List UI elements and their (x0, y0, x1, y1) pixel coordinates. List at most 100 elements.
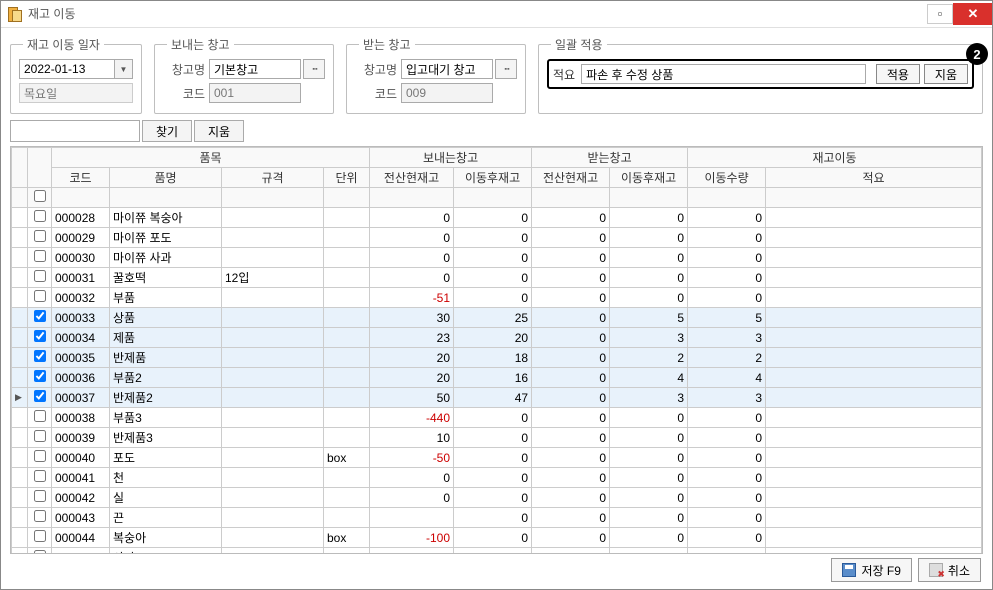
cell-note[interactable] (766, 448, 982, 468)
cell-s-aft[interactable]: 0 (454, 288, 532, 308)
col-r-cur[interactable]: 전산현재고 (532, 168, 610, 188)
cell-name[interactable]: 반제품 (110, 348, 222, 368)
select-all-checkbox[interactable] (34, 190, 46, 202)
cell-r-aft[interactable]: 4 (610, 368, 688, 388)
cell-code[interactable]: 000044 (52, 528, 110, 548)
row-checkbox[interactable] (34, 510, 46, 522)
cell-qty[interactable]: 2 (688, 348, 766, 368)
cell-r-aft[interactable]: 0 (610, 528, 688, 548)
col-name[interactable]: 품명 (110, 168, 222, 188)
table-row[interactable]: ▶000037반제품25047033 (12, 388, 982, 408)
cell-note[interactable] (766, 408, 982, 428)
row-checkbox[interactable] (34, 430, 46, 442)
cell-s-cur[interactable]: 0 (370, 228, 454, 248)
cell-code[interactable]: 000035 (52, 348, 110, 368)
cell-qty[interactable]: 0 (688, 228, 766, 248)
cell-s-aft[interactable]: 0 (454, 448, 532, 468)
table-row[interactable]: 000030마이쮸 사과00000 (12, 248, 982, 268)
cell-qty[interactable]: 3 (688, 388, 766, 408)
save-button[interactable]: 저장 F9 (831, 558, 911, 582)
cell-s-cur[interactable]: -440 (370, 408, 454, 428)
cell-s-cur[interactable]: 0 (370, 488, 454, 508)
recv-wh-lookup-button[interactable]: ··· (495, 59, 517, 79)
cell-r-cur[interactable]: 0 (532, 428, 610, 448)
col-s-cur[interactable]: 전산현재고 (370, 168, 454, 188)
cell-r-aft[interactable]: 5 (610, 308, 688, 328)
row-checkbox[interactable] (34, 310, 46, 322)
col-qty[interactable]: 이동수량 (688, 168, 766, 188)
cell-s-aft[interactable]: 0 (454, 468, 532, 488)
cell-s-cur[interactable] (370, 508, 454, 528)
table-row[interactable]: 000040포도box-500000 (12, 448, 982, 468)
cell-name[interactable]: 사과 (110, 548, 222, 555)
cell-note[interactable] (766, 268, 982, 288)
cell-r-aft[interactable]: 3 (610, 388, 688, 408)
cell-code[interactable]: 000033 (52, 308, 110, 328)
cell-s-cur[interactable]: 23 (370, 328, 454, 348)
cell-spec[interactable] (222, 368, 324, 388)
cell-qty[interactable]: 0 (688, 428, 766, 448)
cell-s-cur[interactable]: -100 (370, 528, 454, 548)
cell-note[interactable] (766, 528, 982, 548)
cell-r-cur[interactable]: 0 (532, 228, 610, 248)
cell-unit[interactable] (324, 308, 370, 328)
cell-unit[interactable] (324, 328, 370, 348)
cell-r-aft[interactable]: 3 (610, 328, 688, 348)
col-unit[interactable]: 단위 (324, 168, 370, 188)
cell-name[interactable]: 마이쮸 포도 (110, 228, 222, 248)
cell-qty[interactable]: 0 (688, 508, 766, 528)
cell-spec[interactable] (222, 348, 324, 368)
cell-r-aft[interactable]: 0 (610, 268, 688, 288)
row-checkbox[interactable] (34, 250, 46, 262)
row-checkbox[interactable] (34, 330, 46, 342)
cell-r-cur[interactable]: 0 (532, 388, 610, 408)
cell-unit[interactable] (324, 388, 370, 408)
cell-s-cur[interactable]: -50 (370, 448, 454, 468)
cell-s-aft[interactable]: 25 (454, 308, 532, 328)
cell-s-cur[interactable]: -51 (370, 288, 454, 308)
cell-r-cur[interactable]: 0 (532, 528, 610, 548)
cell-s-aft[interactable]: 0 (454, 408, 532, 428)
cell-r-aft[interactable]: 0 (610, 208, 688, 228)
cell-r-cur[interactable]: 0 (532, 288, 610, 308)
cell-s-cur[interactable]: 20 (370, 368, 454, 388)
row-checkbox[interactable] (34, 290, 46, 302)
cell-qty[interactable]: 0 (688, 408, 766, 428)
row-checkbox[interactable] (34, 370, 46, 382)
row-checkbox[interactable] (34, 450, 46, 462)
cell-spec[interactable] (222, 508, 324, 528)
cell-r-cur[interactable]: 0 (532, 208, 610, 228)
table-row[interactable]: 000029마이쮸 포도00000 (12, 228, 982, 248)
cell-r-aft[interactable]: 0 (610, 468, 688, 488)
cell-spec[interactable] (222, 248, 324, 268)
cell-name[interactable]: 천 (110, 468, 222, 488)
cell-unit[interactable] (324, 508, 370, 528)
bulk-clear-button[interactable]: 지움 (924, 64, 968, 84)
cell-spec[interactable] (222, 528, 324, 548)
cell-r-cur[interactable]: 0 (532, 548, 610, 555)
cell-note[interactable] (766, 308, 982, 328)
cell-s-cur[interactable]: 50 (370, 388, 454, 408)
cell-qty[interactable]: 0 (688, 448, 766, 468)
cell-qty[interactable]: 0 (688, 468, 766, 488)
cell-code[interactable]: 000036 (52, 368, 110, 388)
cell-r-cur[interactable]: 0 (532, 448, 610, 468)
table-row[interactable]: 000028마이쮸 복숭아00000 (12, 208, 982, 228)
cell-note[interactable] (766, 368, 982, 388)
cell-s-cur[interactable]: 10 (370, 428, 454, 448)
cell-spec[interactable] (222, 308, 324, 328)
cell-r-aft[interactable]: 0 (610, 288, 688, 308)
cell-r-aft[interactable]: 2 (610, 348, 688, 368)
table-row[interactable]: 000036부품22016044 (12, 368, 982, 388)
row-checkbox[interactable] (34, 230, 46, 242)
cell-spec[interactable] (222, 468, 324, 488)
table-row[interactable]: 000033상품3025055 (12, 308, 982, 328)
row-checkbox[interactable] (34, 270, 46, 282)
cell-name[interactable]: 끈 (110, 508, 222, 528)
cell-qty[interactable]: 0 (688, 528, 766, 548)
cell-qty[interactable]: 0 (688, 268, 766, 288)
cell-s-aft[interactable]: 0 (454, 248, 532, 268)
table-row[interactable]: 000034제품2320033 (12, 328, 982, 348)
cell-s-cur[interactable]: 30 (370, 308, 454, 328)
cell-unit[interactable]: box (324, 528, 370, 548)
